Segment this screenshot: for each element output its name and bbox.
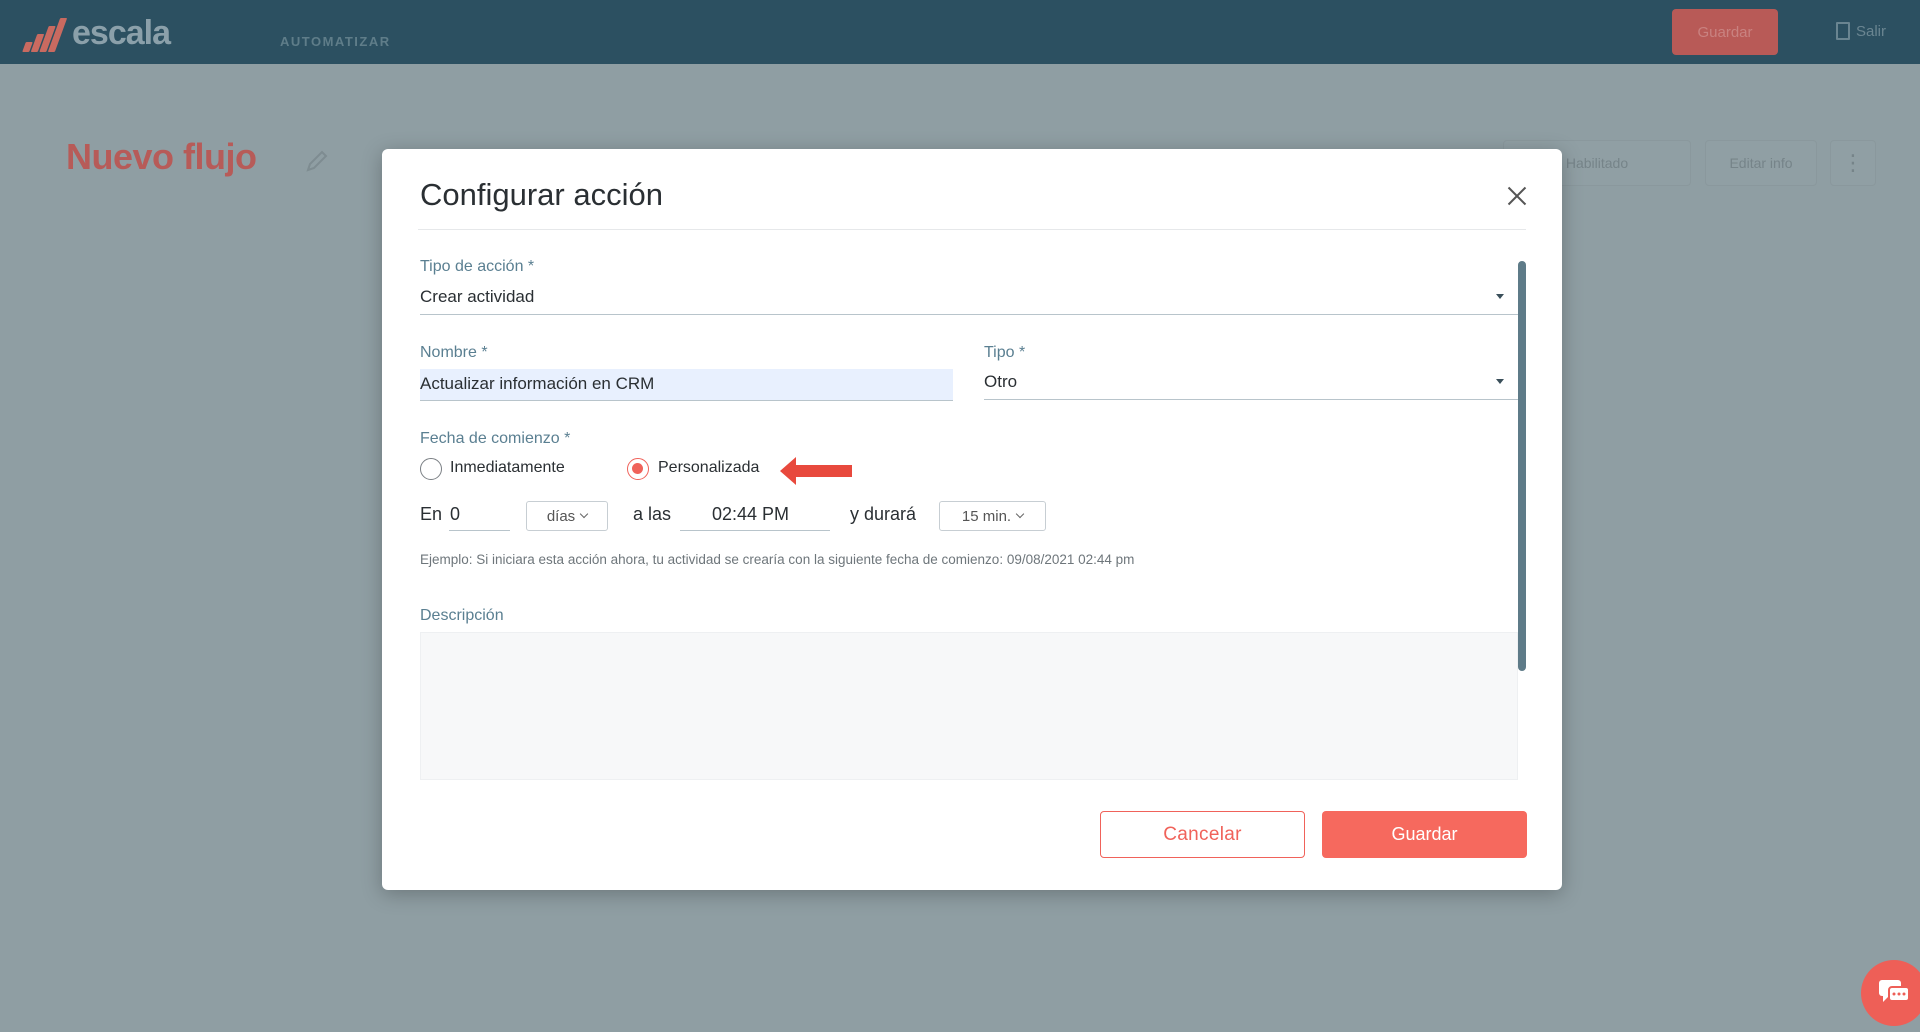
action-type-select[interactable]: Crear actividad <box>420 287 534 307</box>
chat-bubble-icon <box>1879 980 1910 1002</box>
type-select[interactable]: Otro <box>984 372 1017 392</box>
example-hint: Ejemplo: Si iniciara esta acción ahora, … <box>420 552 1135 567</box>
door-icon <box>1836 22 1850 40</box>
name-label: Nombre * <box>420 344 488 361</box>
exit-label: Salir <box>1856 22 1887 40</box>
more-vertical-icon: ⋮ <box>1842 150 1864 175</box>
radio-immediately-label[interactable]: Inmediatamente <box>450 459 565 477</box>
status-dropdown-label: Habilitado <box>1565 155 1629 171</box>
top-bar: escala AUTOMATIZAR Guardar Salir <box>0 0 1920 64</box>
time-underline <box>680 530 830 531</box>
radio-immediately[interactable] <box>420 458 442 480</box>
in-value-input[interactable]: 0 <box>450 504 460 525</box>
time-input[interactable]: 02:44 PM <box>712 504 789 525</box>
action-type-underline <box>420 314 1518 315</box>
configure-action-modal: Configurar acción Tipo de acción * Crear… <box>382 149 1562 890</box>
top-save-button[interactable]: Guardar <box>1672 9 1778 55</box>
edit-info-button[interactable]: Editar info <box>1705 140 1817 186</box>
page-title: Nuevo flujo <box>66 136 257 177</box>
save-button[interactable]: Guardar <box>1322 811 1527 858</box>
in-label: En <box>420 504 443 524</box>
close-icon[interactable] <box>1504 183 1530 209</box>
chevron-down-icon <box>579 509 589 519</box>
logo: escala <box>20 14 171 53</box>
description-textarea[interactable] <box>420 632 1518 780</box>
more-options-button[interactable]: ⋮ <box>1830 140 1876 186</box>
unit-select[interactable]: días <box>526 501 608 531</box>
modal-title: Configurar acción <box>420 177 663 212</box>
arrow-left-icon <box>780 457 852 485</box>
unit-select-value: días <box>546 507 576 525</box>
name-value[interactable]: Actualizar información en CRM <box>420 374 654 394</box>
description-label: Descripción <box>420 607 504 624</box>
chevron-down-icon <box>1015 509 1025 519</box>
edit-info-label: Editar info <box>1729 155 1793 171</box>
header-divider <box>418 229 1526 230</box>
type-label: Tipo * <box>984 344 1026 361</box>
nav-automatizar[interactable]: AUTOMATIZAR <box>280 34 391 49</box>
action-type-label: Tipo de acción * <box>420 258 535 275</box>
in-value-underline <box>449 530 510 531</box>
start-date-label: Fecha de comienzo * <box>420 430 571 447</box>
modal-scrollbar[interactable] <box>1518 261 1526 671</box>
type-underline <box>984 399 1518 400</box>
pencil-icon[interactable] <box>302 146 332 176</box>
radio-custom-label[interactable]: Personalizada <box>658 459 759 477</box>
duration-select[interactable]: 15 min. <box>939 501 1046 531</box>
radio-custom[interactable] <box>627 458 649 480</box>
exit-button[interactable]: Salir <box>1836 22 1886 40</box>
action-type-caret-icon[interactable] <box>1496 294 1504 299</box>
at-label: a las <box>633 504 672 524</box>
chat-button[interactable] <box>1861 960 1920 1026</box>
logo-bars-icon <box>20 16 68 52</box>
duration-select-value: 15 min. <box>961 507 1012 525</box>
duration-label: y durará <box>850 504 917 524</box>
type-caret-icon[interactable] <box>1496 379 1504 384</box>
cancel-button[interactable]: Cancelar <box>1100 811 1305 858</box>
logo-text: escala <box>72 14 171 52</box>
